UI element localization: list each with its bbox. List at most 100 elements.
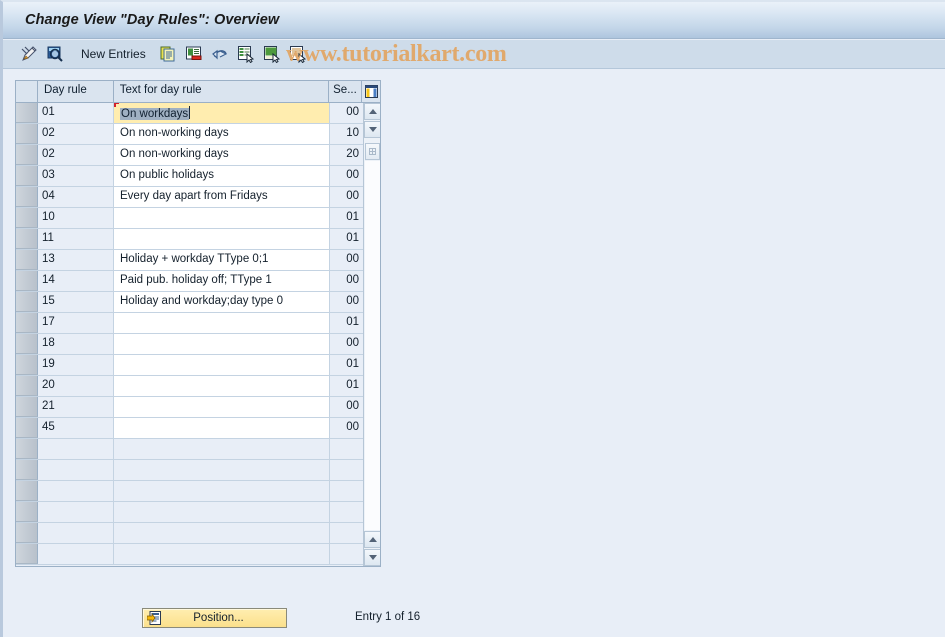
cell-sequence[interactable]: 01 xyxy=(330,229,363,249)
cell-day-rule[interactable]: 14 xyxy=(38,271,114,291)
table-row[interactable]: 02 On non-working days 20 xyxy=(16,145,380,166)
cell-text-for-day-rule[interactable] xyxy=(114,502,330,522)
deselect-all-icon[interactable] xyxy=(262,44,282,64)
cell-sequence[interactable]: 00 xyxy=(330,271,363,291)
scroll-up-button[interactable] xyxy=(364,103,380,120)
row-select-button[interactable] xyxy=(16,166,38,186)
cell-day-rule[interactable]: 02 xyxy=(38,124,114,144)
cell-text-for-day-rule[interactable] xyxy=(114,460,330,480)
row-select-button[interactable] xyxy=(16,481,38,501)
scroll-down-button[interactable] xyxy=(364,121,380,138)
row-select-button[interactable] xyxy=(16,418,38,438)
new-entries-button[interactable]: New Entries xyxy=(81,47,146,61)
cell-sequence[interactable] xyxy=(330,460,363,480)
cell-day-rule[interactable] xyxy=(38,439,114,459)
table-row[interactable]: 19 01 xyxy=(16,355,380,376)
cell-sequence[interactable]: 00 xyxy=(330,187,363,207)
scroll-track[interactable] xyxy=(365,161,380,530)
position-button[interactable]: Position... xyxy=(142,608,287,628)
row-select-button[interactable] xyxy=(16,460,38,480)
cell-sequence[interactable]: 00 xyxy=(330,397,363,417)
table-row[interactable]: 11 01 xyxy=(16,229,380,250)
table-row[interactable]: 02 On non-working days 10 xyxy=(16,124,380,145)
cell-sequence[interactable]: 01 xyxy=(330,355,363,375)
column-header-day-rule[interactable]: Day rule xyxy=(37,81,114,102)
cell-day-rule[interactable] xyxy=(38,544,114,564)
cell-sequence[interactable]: 20 xyxy=(330,145,363,165)
row-select-button[interactable] xyxy=(16,439,38,459)
row-select-button[interactable] xyxy=(16,523,38,543)
row-select-button[interactable] xyxy=(16,271,38,291)
cell-day-rule[interactable] xyxy=(38,481,114,501)
row-select-button[interactable] xyxy=(16,124,38,144)
cell-sequence[interactable] xyxy=(330,523,363,543)
cell-sequence[interactable] xyxy=(330,439,363,459)
cell-day-rule[interactable]: 20 xyxy=(38,376,114,396)
cell-sequence[interactable] xyxy=(330,544,363,564)
table-row[interactable]: 13 Holiday + workday TType 0;1 00 xyxy=(16,250,380,271)
cell-text-for-day-rule[interactable] xyxy=(114,334,330,354)
table-row[interactable]: 10 01 xyxy=(16,208,380,229)
cell-day-rule[interactable]: 19 xyxy=(38,355,114,375)
cell-text-for-day-rule[interactable] xyxy=(114,313,330,333)
row-select-button[interactable] xyxy=(16,334,38,354)
select-all-icon[interactable] xyxy=(236,44,256,64)
cell-text-for-day-rule[interactable] xyxy=(114,418,330,438)
row-select-button[interactable] xyxy=(16,313,38,333)
cell-text-for-day-rule[interactable] xyxy=(114,208,330,228)
cell-sequence[interactable]: 01 xyxy=(330,376,363,396)
check-entries-icon[interactable] xyxy=(45,44,65,64)
table-row[interactable] xyxy=(16,481,380,502)
cell-sequence[interactable] xyxy=(330,481,363,501)
table-row[interactable] xyxy=(16,523,380,544)
cell-day-rule[interactable]: 18 xyxy=(38,334,114,354)
cell-text-for-day-rule[interactable]: On non-working days xyxy=(114,124,330,144)
cell-text-for-day-rule[interactable]: Holiday + workday TType 0;1 xyxy=(114,250,330,270)
cell-text-for-day-rule[interactable] xyxy=(114,481,330,501)
table-row[interactable]: 04 Every day apart from Fridays 00 xyxy=(16,187,380,208)
table-row[interactable] xyxy=(16,460,380,481)
cell-text-for-day-rule[interactable]: Every day apart from Fridays xyxy=(114,187,330,207)
cell-sequence[interactable]: 00 xyxy=(330,418,363,438)
cell-day-rule[interactable]: 01 xyxy=(38,103,114,123)
cell-sequence[interactable]: 00 xyxy=(330,334,363,354)
table-row[interactable]: 45 00 xyxy=(16,418,380,439)
cell-sequence[interactable]: 01 xyxy=(330,313,363,333)
cell-day-rule[interactable]: 11 xyxy=(38,229,114,249)
cell-day-rule[interactable]: 15 xyxy=(38,292,114,312)
cell-text-for-day-rule[interactable] xyxy=(114,523,330,543)
table-row[interactable]: 18 00 xyxy=(16,334,380,355)
table-settings-icon[interactable] xyxy=(362,81,380,102)
row-select-button[interactable] xyxy=(16,208,38,228)
cell-text-for-day-rule[interactable] xyxy=(114,229,330,249)
cell-text-for-day-rule[interactable] xyxy=(114,397,330,417)
undo-icon[interactable] xyxy=(210,44,230,64)
cell-day-rule[interactable]: 03 xyxy=(38,166,114,186)
table-row[interactable]: 17 01 xyxy=(16,313,380,334)
cell-sequence[interactable]: 10 xyxy=(330,124,363,144)
table-row[interactable] xyxy=(16,502,380,523)
cell-text-for-day-rule[interactable] xyxy=(114,544,330,564)
row-select-button[interactable] xyxy=(16,502,38,522)
row-select-button[interactable] xyxy=(16,103,38,123)
row-select-button[interactable] xyxy=(16,187,38,207)
table-row[interactable] xyxy=(16,544,380,565)
cell-text-for-day-rule[interactable]: On workdays xyxy=(114,103,330,123)
cell-sequence[interactable]: 00 xyxy=(330,250,363,270)
cell-sequence[interactable]: 00 xyxy=(330,292,363,312)
row-select-button[interactable] xyxy=(16,145,38,165)
table-row[interactable]: 21 00 xyxy=(16,397,380,418)
cell-text-for-day-rule[interactable]: Holiday and workday;day type 0 xyxy=(114,292,330,312)
cell-day-rule[interactable] xyxy=(38,460,114,480)
cell-day-rule[interactable] xyxy=(38,523,114,543)
column-header-sequence[interactable]: Se... xyxy=(329,81,363,102)
cell-text-for-day-rule[interactable] xyxy=(114,355,330,375)
cell-day-rule[interactable]: 17 xyxy=(38,313,114,333)
cell-day-rule[interactable]: 45 xyxy=(38,418,114,438)
cell-day-rule[interactable] xyxy=(38,502,114,522)
cell-day-rule[interactable]: 04 xyxy=(38,187,114,207)
cell-text-for-day-rule[interactable] xyxy=(114,376,330,396)
table-row[interactable]: 01 On workdays 00 xyxy=(16,103,380,124)
cell-text-for-day-rule[interactable]: On non-working days xyxy=(114,145,330,165)
scroll-thumb[interactable] xyxy=(365,143,380,160)
